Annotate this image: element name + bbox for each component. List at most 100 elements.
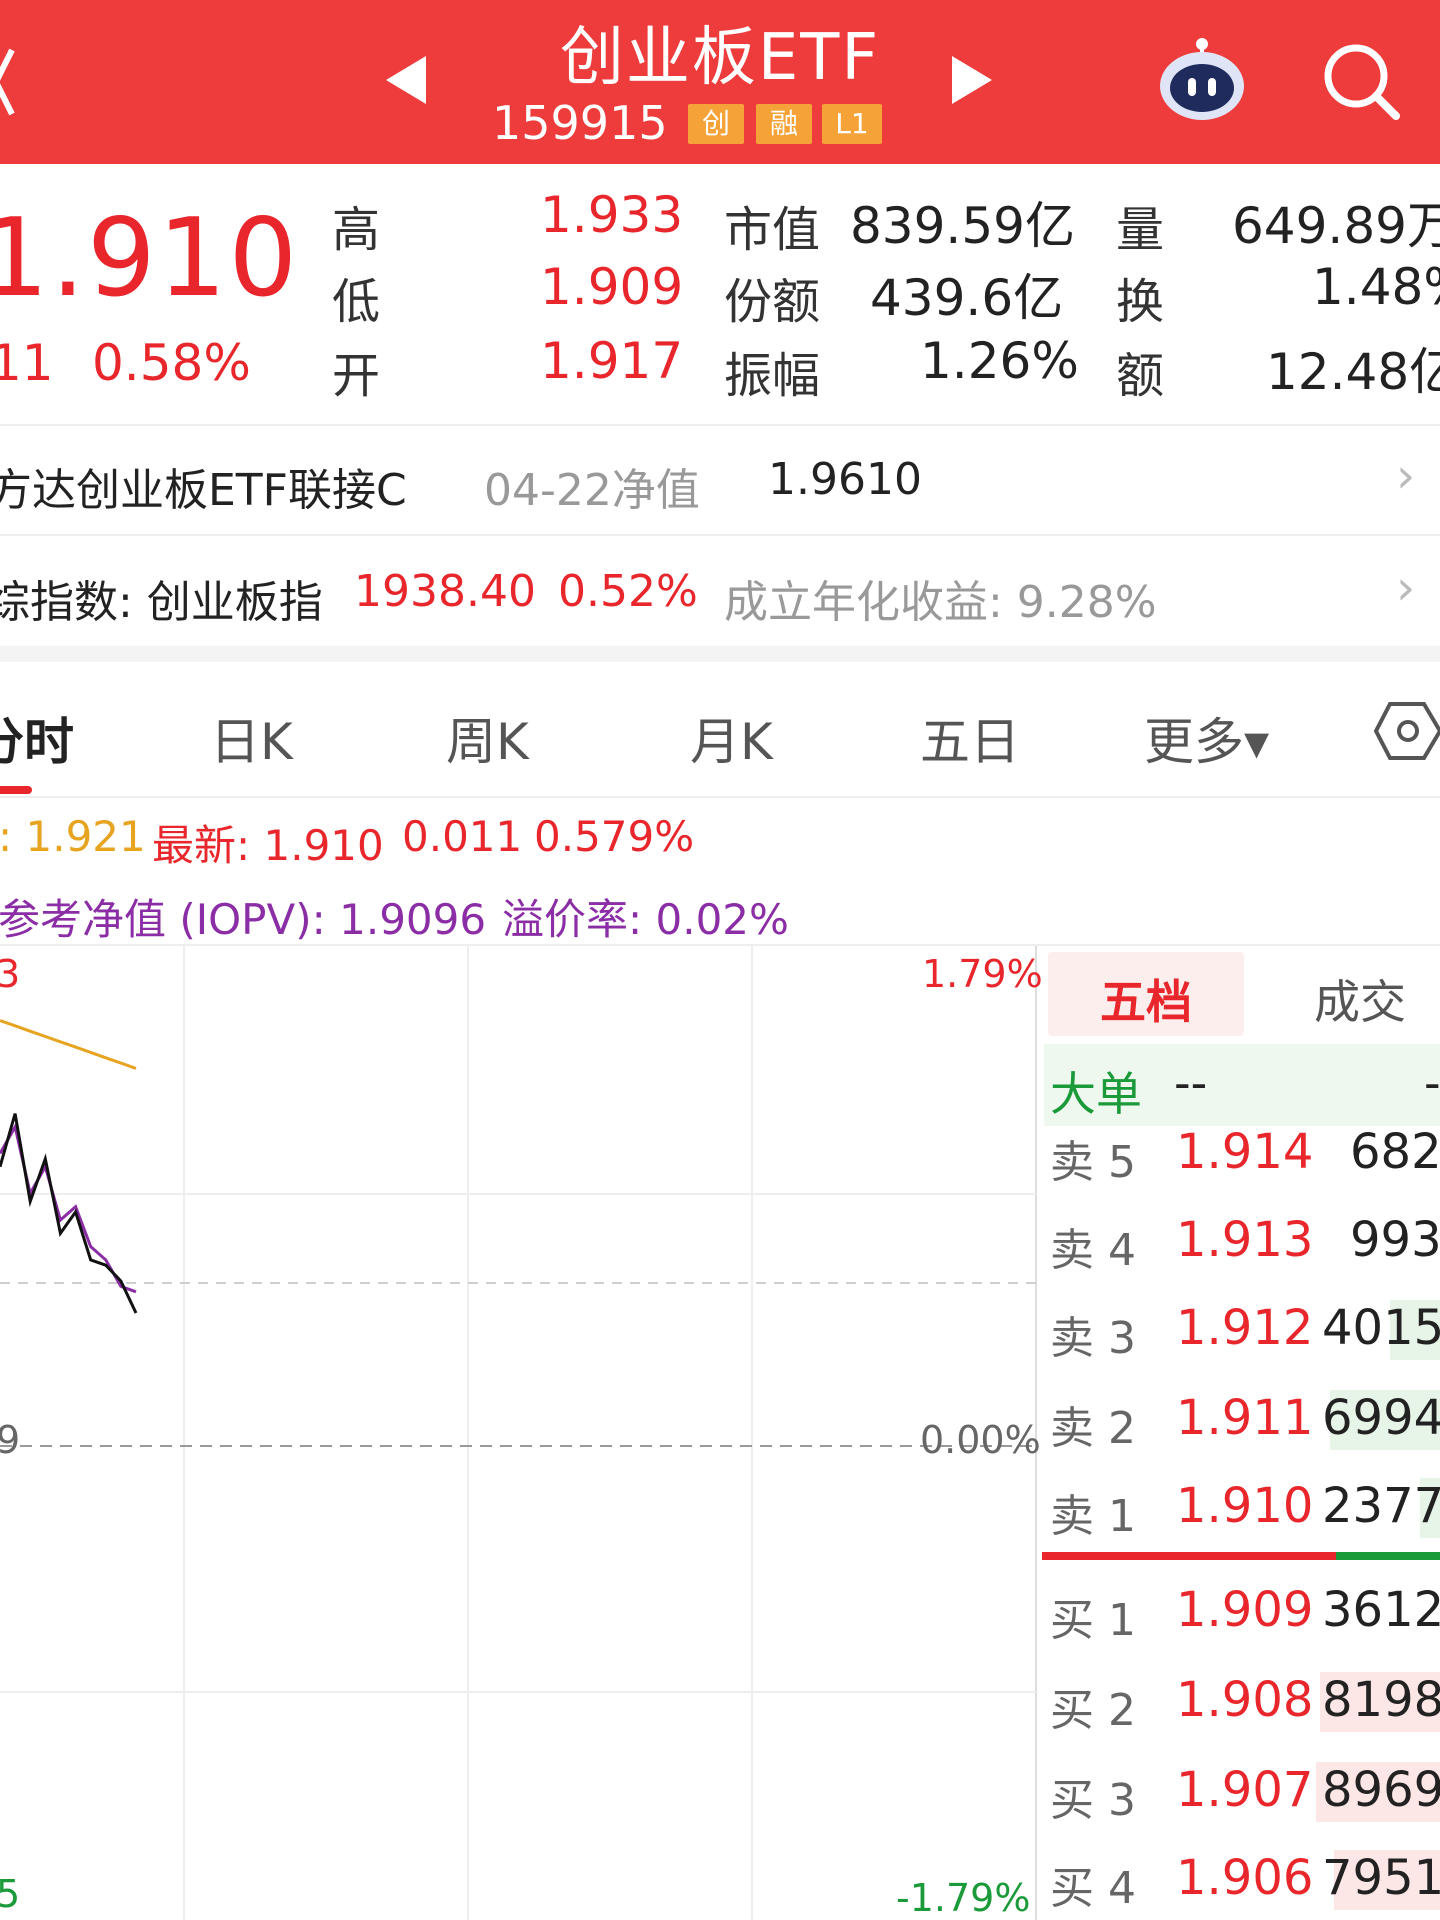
ask-price: 1.914 <box>1176 1124 1314 1180</box>
current-price: 1.910 <box>0 196 300 321</box>
bid-volume: 81981 <box>1322 1672 1440 1728</box>
price-change: 11 <box>0 334 54 392</box>
bid-price: 1.909 <box>1176 1582 1314 1638</box>
amount-value: 12.48亿 <box>1266 343 1440 401</box>
divider <box>0 796 1440 798</box>
shares-label: 份额 <box>724 274 821 330</box>
tab-five-day[interactable]: 五日 <box>920 702 1020 774</box>
ask-volume: 40156 <box>1322 1300 1440 1356</box>
ask-volume: 69941 <box>1322 1390 1440 1446</box>
ask-price: 1.912 <box>1176 1300 1314 1356</box>
open-value: 1.917 <box>540 332 684 390</box>
chevron-right-icon: › <box>1396 560 1416 616</box>
tab-daily-k[interactable]: 日K <box>210 702 293 774</box>
tab-weekly-k[interactable]: 周K <box>446 702 529 774</box>
header-bar: 创业板ETF 159915 创 融 L1 <box>0 0 1440 164</box>
mktcap-label: 市值 <box>724 202 821 258</box>
iopv-value: 参考净值 (IOPV): 1.9096 <box>0 895 487 944</box>
turnover-label: 换 <box>1116 274 1165 330</box>
tag-rong: 融 <box>756 104 812 144</box>
latest-change: 0.011 <box>402 812 523 861</box>
fund-nav-label: 04-22净值 <box>484 465 700 516</box>
low-label: 低 <box>332 274 381 330</box>
next-stock-icon[interactable] <box>950 54 994 106</box>
fund-name: 方达创业板ETF联接C <box>0 465 407 516</box>
ask-price: 1.913 <box>1176 1212 1314 1268</box>
tab-five-levels-label: 五档 <box>1100 975 1192 1029</box>
index-label: 综指数: 创业板指 <box>0 577 323 628</box>
bid-volume: 89697 <box>1322 1762 1440 1818</box>
amplitude-label: 振幅 <box>724 348 821 404</box>
mktcap-value: 839.59亿 <box>850 197 1075 255</box>
bid-row-1[interactable]: 买 1 1.909 36121 <box>1044 1576 1440 1648</box>
big-order-label: 大单 <box>1050 1067 1142 1121</box>
bid-volume: 36121 <box>1322 1582 1440 1638</box>
settings-hexagon-icon[interactable] <box>1372 700 1440 762</box>
avg-price: 1.921 <box>25 812 146 861</box>
avg-line: : 1.921 <box>0 812 146 861</box>
app-screen: 创业板ETF 159915 创 融 L1 1.910 11 0.58% 高 1.… <box>0 0 1440 1920</box>
chart-grid <box>0 946 1037 1920</box>
shares-value: 439.6亿 <box>870 269 1064 327</box>
active-tab-indicator <box>0 786 32 794</box>
bid-label: 买 3 <box>1050 1775 1136 1826</box>
tab-intraday[interactable]: 分时 <box>0 702 74 774</box>
avg-dot: : <box>0 812 12 861</box>
ask-row-5[interactable]: 卖 5 1.914 6827 <box>1044 1118 1440 1190</box>
ask-volume: 23778 <box>1322 1478 1440 1534</box>
bid-label: 买 2 <box>1050 1685 1136 1736</box>
amount-label: 额 <box>1116 348 1165 404</box>
index-row[interactable]: 综指数: 创业板指 1938.40 0.52% 成立年化收益: 9.28% › <box>0 536 1440 644</box>
ask-label: 卖 5 <box>1050 1137 1136 1188</box>
ask-label: 卖 1 <box>1050 1491 1136 1542</box>
ask-price: 1.910 <box>1176 1478 1314 1534</box>
bid-volume: 79518 <box>1322 1850 1440 1906</box>
chart-series <box>0 1019 138 1314</box>
fund-link-row[interactable]: 方达创业板ETF联接C 04-22净值 1.9610 › <box>0 426 1440 534</box>
series-line-0 <box>0 1019 137 1070</box>
tab-five-levels[interactable]: 五档 <box>1048 952 1244 1036</box>
bid-label: 买 1 <box>1050 1595 1136 1646</box>
robot-assistant-icon[interactable] <box>1156 34 1248 126</box>
ask-label: 卖 2 <box>1050 1403 1136 1454</box>
bid-row-2[interactable]: 买 2 1.908 81981 <box>1044 1666 1440 1738</box>
ask-row-4[interactable]: 卖 4 1.913 9934 <box>1044 1206 1440 1278</box>
chevron-right-icon: › <box>1396 448 1416 504</box>
ask-row-2[interactable]: 卖 2 1.911 69941 <box>1044 1384 1440 1456</box>
bid-price: 1.908 <box>1176 1672 1314 1728</box>
high-value: 1.933 <box>540 186 684 244</box>
bid-row-3[interactable]: 买 3 1.907 89697 <box>1044 1756 1440 1828</box>
amplitude-value: 1.26% <box>920 332 1079 390</box>
bid-label: 买 4 <box>1050 1863 1136 1914</box>
volume-value: 649.89万 <box>1232 197 1440 255</box>
ask-volume: 6827 <box>1350 1124 1440 1180</box>
bid-price: 1.907 <box>1176 1762 1314 1818</box>
volume-label: 量 <box>1116 202 1165 258</box>
tab-monthly-k[interactable]: 月K <box>690 702 773 774</box>
index-pct: 0.52% <box>558 566 698 617</box>
chart-mid-left-label: 9 <box>0 1418 21 1462</box>
chart-top-left-label: 3 <box>0 952 21 996</box>
ask-price: 1.911 <box>1176 1390 1314 1446</box>
open-label: 开 <box>332 348 381 404</box>
bid-row-4[interactable]: 买 4 1.906 79518 <box>1044 1844 1440 1916</box>
intraday-chart[interactable] <box>0 946 1040 1920</box>
bid-price: 1.906 <box>1176 1850 1314 1906</box>
tab-trades[interactable]: 成交 <box>1314 966 1406 1032</box>
latest-pct: 0.579% <box>534 812 695 861</box>
buy-sell-ratio-green <box>1336 1552 1440 1560</box>
ask-row-3[interactable]: 卖 3 1.912 40156 <box>1044 1294 1440 1366</box>
chart-zero-pct: 0.00% <box>920 1418 1041 1462</box>
annual-return: 成立年化收益: 9.28% <box>724 577 1157 628</box>
tag-chuang: 创 <box>688 104 744 144</box>
buy-sell-ratio-red <box>1042 1552 1336 1560</box>
high-label: 高 <box>332 202 381 258</box>
chart-bottom-pct: -1.79% <box>896 1876 1031 1920</box>
turnover-value: 1.48% <box>1312 258 1440 316</box>
big-order-value-2: -- <box>1424 1056 1440 1110</box>
tab-more[interactable]: 更多▾ <box>1144 702 1269 774</box>
ask-row-1[interactable]: 卖 1 1.910 23778 <box>1044 1472 1440 1544</box>
chart-top-pct: 1.79% <box>922 952 1043 996</box>
ask-label: 卖 3 <box>1050 1313 1136 1364</box>
search-icon[interactable] <box>1322 40 1402 120</box>
